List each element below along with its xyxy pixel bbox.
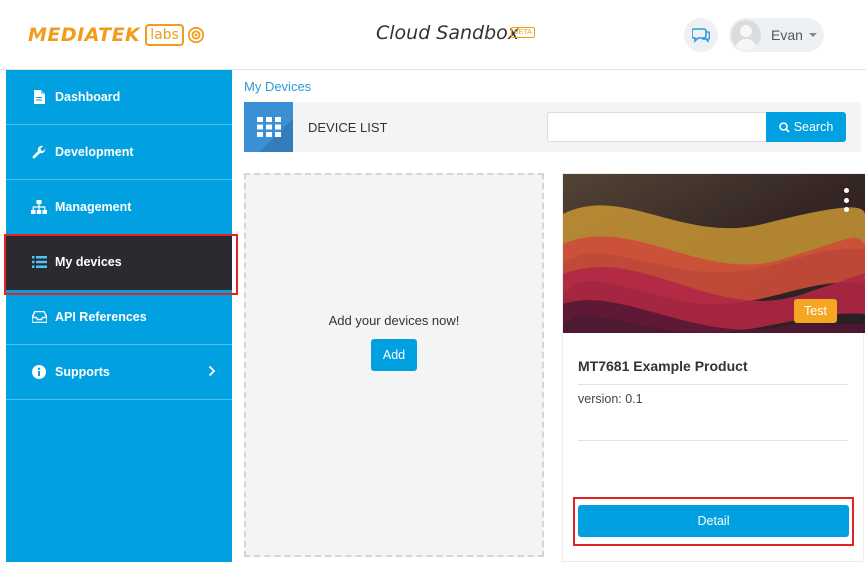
logo-brand-text: MEDIATEK <box>28 24 141 46</box>
divider <box>578 384 848 385</box>
search-input[interactable] <box>547 112 767 142</box>
sidebar-item-label: Development <box>55 145 134 159</box>
user-avatar-icon <box>731 20 761 50</box>
logo-target-icon <box>187 26 205 44</box>
divider <box>578 440 848 441</box>
sidebar-item-supports[interactable]: Supports <box>6 345 232 400</box>
sidebar-item-my-devices[interactable]: My devices <box>4 234 238 295</box>
sitemap-icon <box>31 199 47 215</box>
logo-labs-text: labs <box>145 24 184 46</box>
caret-down-icon <box>808 33 817 37</box>
product-version: version: 0.1 <box>578 392 643 406</box>
test-badge: Test <box>794 299 837 323</box>
product-name: MT7681 Example Product <box>578 358 748 374</box>
search-icon <box>778 121 790 133</box>
chat-bubbles-icon <box>692 28 710 43</box>
sidebar-item-label: Supports <box>55 365 110 379</box>
sidebar-item-development[interactable]: Development <box>6 125 232 180</box>
inbox-icon <box>31 309 47 325</box>
breadcrumb[interactable]: My Devices <box>244 79 311 94</box>
sidebar-item-label: My devices <box>55 255 122 269</box>
chat-button[interactable] <box>684 18 718 52</box>
chevron-right-icon <box>208 365 216 377</box>
sidebar-item-label: Dashboard <box>55 90 121 104</box>
sidebar-item-label: API References <box>55 310 147 324</box>
device-card-banner-image: Test <box>563 174 865 333</box>
mediatek-labs-logo[interactable]: MEDIATEK labs <box>28 22 205 48</box>
document-icon <box>31 89 47 105</box>
add-device-button[interactable]: Add <box>371 339 417 371</box>
info-icon <box>31 364 47 380</box>
sidebar-item-dashboard[interactable]: Dashboard <box>6 70 232 125</box>
sidebar-item-label: Management <box>55 200 132 214</box>
sidebar-item-management[interactable]: Management <box>6 180 232 235</box>
detail-highlight: Detail <box>573 497 854 546</box>
sidebar-item-api-references[interactable]: API References <box>6 290 232 345</box>
add-device-panel: Add your devices now! Add <box>244 173 544 557</box>
card-menu-button[interactable] <box>841 188 851 212</box>
search-button[interactable]: Search <box>766 112 846 142</box>
device-list-title: DEVICE LIST <box>308 120 388 135</box>
wrench-icon <box>31 144 47 160</box>
add-device-message: Add your devices now! <box>328 313 460 328</box>
top-header: MEDIATEK labs Cloud Sandbox BETA Evan <box>0 0 866 70</box>
list-icon <box>31 254 47 270</box>
user-menu-button[interactable]: Evan <box>729 18 824 52</box>
search-button-label: Search <box>793 120 834 134</box>
detail-button[interactable]: Detail <box>578 505 849 537</box>
user-name: Evan <box>771 27 803 43</box>
sidebar: Dashboard Development Management My devi… <box>4 70 238 562</box>
beta-badge: BETA <box>511 27 535 38</box>
device-card: Test MT7681 Example Product version: 0.1… <box>562 173 865 562</box>
device-list-toolbar: DEVICE LIST Search <box>244 102 861 152</box>
grid-icon <box>244 102 293 152</box>
app-title: Cloud Sandbox <box>376 22 520 44</box>
